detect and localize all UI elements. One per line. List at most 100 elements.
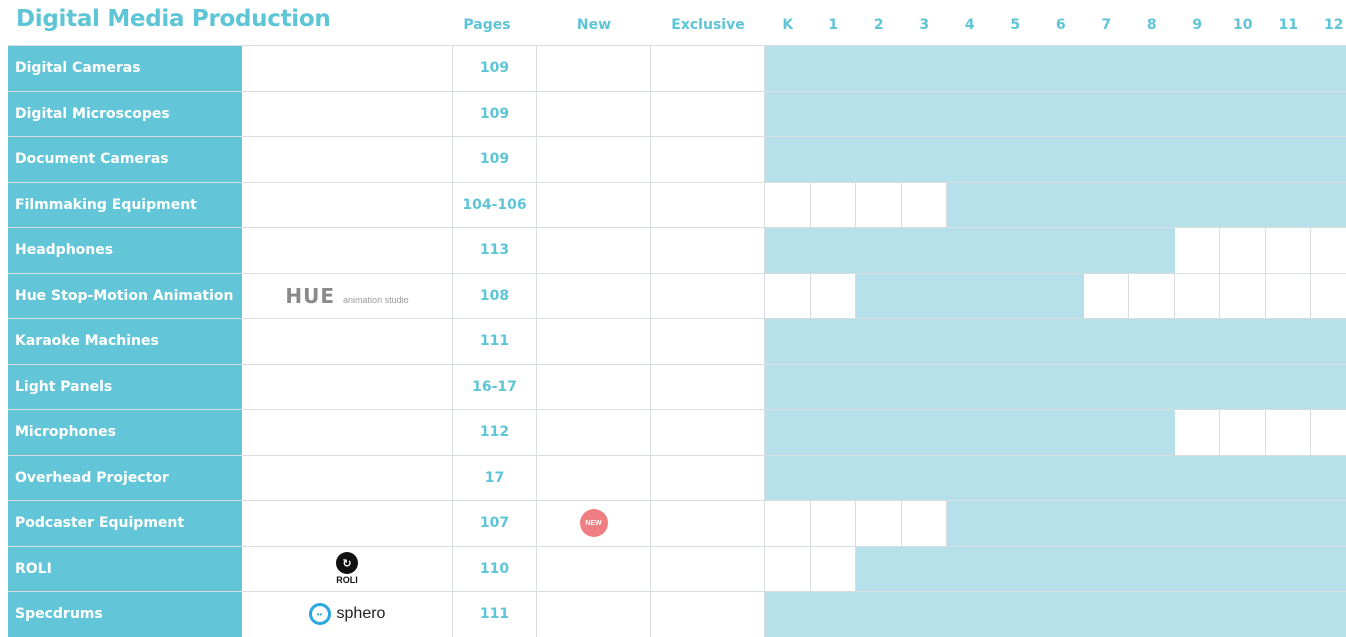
grade-cell-filled [1220, 182, 1267, 227]
brand-logo-cell: ↻ ROLI [242, 546, 453, 591]
header-exclusive: Exclusive [671, 17, 745, 33]
grade-cell-filled [1038, 364, 1085, 409]
grade-cell-empty [1311, 274, 1346, 319]
grade-cell-filled [947, 46, 994, 91]
category-label[interactable]: Specdrums [8, 592, 242, 637]
category-label[interactable]: Overhead Projector [8, 455, 242, 500]
grade-header: 6 [1055, 17, 1066, 33]
grade-cell-filled [1311, 501, 1346, 546]
category-label[interactable]: Digital Microscopes [8, 91, 242, 136]
grade-cell-filled [1083, 455, 1130, 500]
grade-cell-filled [1311, 137, 1346, 182]
grade-cell-filled [901, 455, 948, 500]
exclusive-cell [651, 137, 765, 182]
grade-cell-filled [765, 592, 812, 637]
pages-link[interactable]: 110 [453, 546, 537, 591]
grade-cell-filled [810, 319, 857, 364]
category-label[interactable]: Filmmaking Equipment [8, 182, 242, 227]
category-label[interactable]: Digital Cameras [8, 46, 242, 91]
new-cell [537, 410, 651, 455]
grade-cell-empty [1175, 228, 1220, 273]
grade-cell-filled [1038, 182, 1085, 227]
grade-header: 5 [1010, 17, 1021, 33]
grade-cell-filled [1265, 46, 1312, 91]
grade-cell-filled [810, 91, 857, 136]
grade-cell-filled [856, 410, 903, 455]
exclusive-cell [651, 592, 765, 637]
grade-cell-filled [1220, 91, 1267, 136]
category-label[interactable]: ROLI [8, 546, 242, 591]
category-label[interactable]: Karaoke Machines [8, 319, 242, 364]
grade-cell-filled [1083, 501, 1130, 546]
grade-cell-filled [1220, 501, 1267, 546]
grade-cell-empty [1266, 228, 1311, 273]
grade-cell-empty [1266, 410, 1311, 455]
grade-cell-filled [1129, 228, 1176, 273]
exclusive-cell [651, 319, 765, 364]
brand-logo-cell [242, 228, 453, 273]
pages-link[interactable]: 16-17 [453, 364, 537, 409]
page: Digital Media Production Pages New Exclu… [0, 0, 1346, 637]
grade-header: 1 [828, 17, 839, 33]
category-label[interactable]: Hue Stop-Motion Animation [8, 273, 242, 318]
category-label[interactable]: Light Panels [8, 364, 242, 409]
new-cell [537, 455, 651, 500]
grade-cell-filled [1174, 182, 1221, 227]
brand-logo-cell [242, 501, 453, 546]
sphero-logo-text: sphero [336, 605, 386, 623]
grade-cell-filled [901, 137, 948, 182]
pages-link[interactable]: 109 [453, 137, 537, 182]
pages-link[interactable]: 111 [453, 319, 537, 364]
grade-cell-filled [947, 501, 994, 546]
grade-cell-filled [1129, 46, 1176, 91]
pages-link[interactable]: 111 [453, 592, 537, 637]
grade-cell-filled [1129, 182, 1176, 227]
pages-link[interactable]: 109 [453, 46, 537, 91]
grade-cell-filled [765, 364, 812, 409]
pages-link[interactable]: 108 [453, 273, 537, 318]
pages-link[interactable]: 112 [453, 410, 537, 455]
grade-cell-filled [1311, 546, 1346, 591]
brand-logo-cell: HUE animation studio [242, 273, 453, 318]
brand-logo-cell [242, 455, 453, 500]
grade-cell-filled [1083, 592, 1130, 637]
grade-cell-filled [1038, 46, 1085, 91]
grade-cell-empty [1129, 273, 1175, 318]
grade-cell-empty [1311, 410, 1346, 455]
grade-cell-filled [856, 546, 903, 591]
category-label[interactable]: Document Cameras [8, 137, 242, 182]
pages-link[interactable]: 17 [453, 455, 537, 500]
pages-link[interactable]: 113 [453, 228, 537, 273]
grade-cell-filled [1129, 455, 1176, 500]
grade-cell-filled [1129, 319, 1176, 364]
grade-cell-filled [947, 319, 994, 364]
grade-cell-filled [992, 410, 1039, 455]
grade-header: K [782, 17, 794, 33]
grade-cell-empty [811, 273, 856, 318]
grade-cell-filled [810, 46, 857, 91]
category-label[interactable]: Headphones [8, 228, 242, 273]
grade-cell-filled [1038, 91, 1085, 136]
pages-link[interactable]: 104-106 [453, 182, 537, 227]
new-cell [537, 91, 651, 136]
new-cell [537, 182, 651, 227]
grade-cell-empty [1175, 410, 1220, 455]
pages-link[interactable]: 109 [453, 91, 537, 136]
grade-cell-filled [1220, 46, 1267, 91]
grade-cell-filled [1174, 546, 1221, 591]
exclusive-cell [651, 410, 765, 455]
table-row: Digital Microscopes 109 [8, 90, 1346, 136]
exclusive-cell [651, 273, 765, 318]
grade-cell-filled [901, 364, 948, 409]
grade-cell-filled [856, 364, 903, 409]
new-badge: NEW [579, 509, 608, 538]
category-label[interactable]: Microphones [8, 410, 242, 455]
table-row: Headphones 113 [8, 227, 1346, 273]
table-row: Digital Cameras 109 [8, 45, 1346, 91]
category-label[interactable]: Podcaster Equipment [8, 501, 242, 546]
pages-link[interactable]: 107 [453, 501, 537, 546]
brand-logo-cell: •• sphero [242, 592, 453, 637]
grade-header: 4 [964, 17, 975, 33]
grade-cell-filled [810, 137, 857, 182]
table-row: ROLI ↻ ROLI 110 [8, 545, 1346, 591]
